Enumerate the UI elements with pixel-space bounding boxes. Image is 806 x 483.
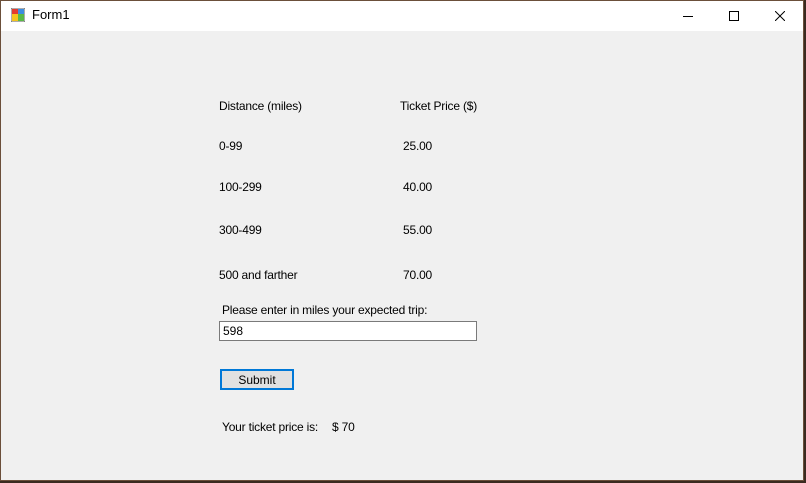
close-button[interactable] xyxy=(757,1,803,31)
distance-row-1: 0-99 xyxy=(219,139,243,153)
result-value: $ 70 xyxy=(332,420,355,434)
close-icon xyxy=(775,11,785,21)
window-title: Form1 xyxy=(32,7,70,22)
form-app-icon xyxy=(11,8,25,22)
minimize-button[interactable] xyxy=(665,1,711,31)
distance-header: Distance (miles) xyxy=(219,99,302,113)
price-row-2: 40.00 xyxy=(403,180,433,194)
distance-row-4: 500 and farther xyxy=(219,268,298,282)
maximize-button[interactable] xyxy=(711,1,757,31)
price-header: Ticket Price ($) xyxy=(400,99,478,113)
submit-button-label: Submit xyxy=(238,372,276,387)
submit-button[interactable]: Submit xyxy=(220,369,294,390)
price-row-3: 55.00 xyxy=(403,223,433,237)
price-row-4: 70.00 xyxy=(403,268,433,282)
title-bar[interactable]: Form1 xyxy=(1,1,803,31)
miles-prompt-label: Please enter in miles your expected trip… xyxy=(222,303,428,317)
miles-input[interactable] xyxy=(219,321,477,341)
form-client-area: Distance (miles) Ticket Price ($) 0-99 2… xyxy=(1,31,803,480)
minimize-icon xyxy=(683,16,693,17)
result-label: Your ticket price is: xyxy=(222,420,319,434)
distance-row-2: 100-299 xyxy=(219,180,262,194)
maximize-icon xyxy=(729,11,739,21)
distance-row-3: 300-499 xyxy=(219,223,262,237)
app-window: Form1 Distance (miles) Ticket Price ($) … xyxy=(0,0,804,481)
price-row-1: 25.00 xyxy=(403,139,433,153)
